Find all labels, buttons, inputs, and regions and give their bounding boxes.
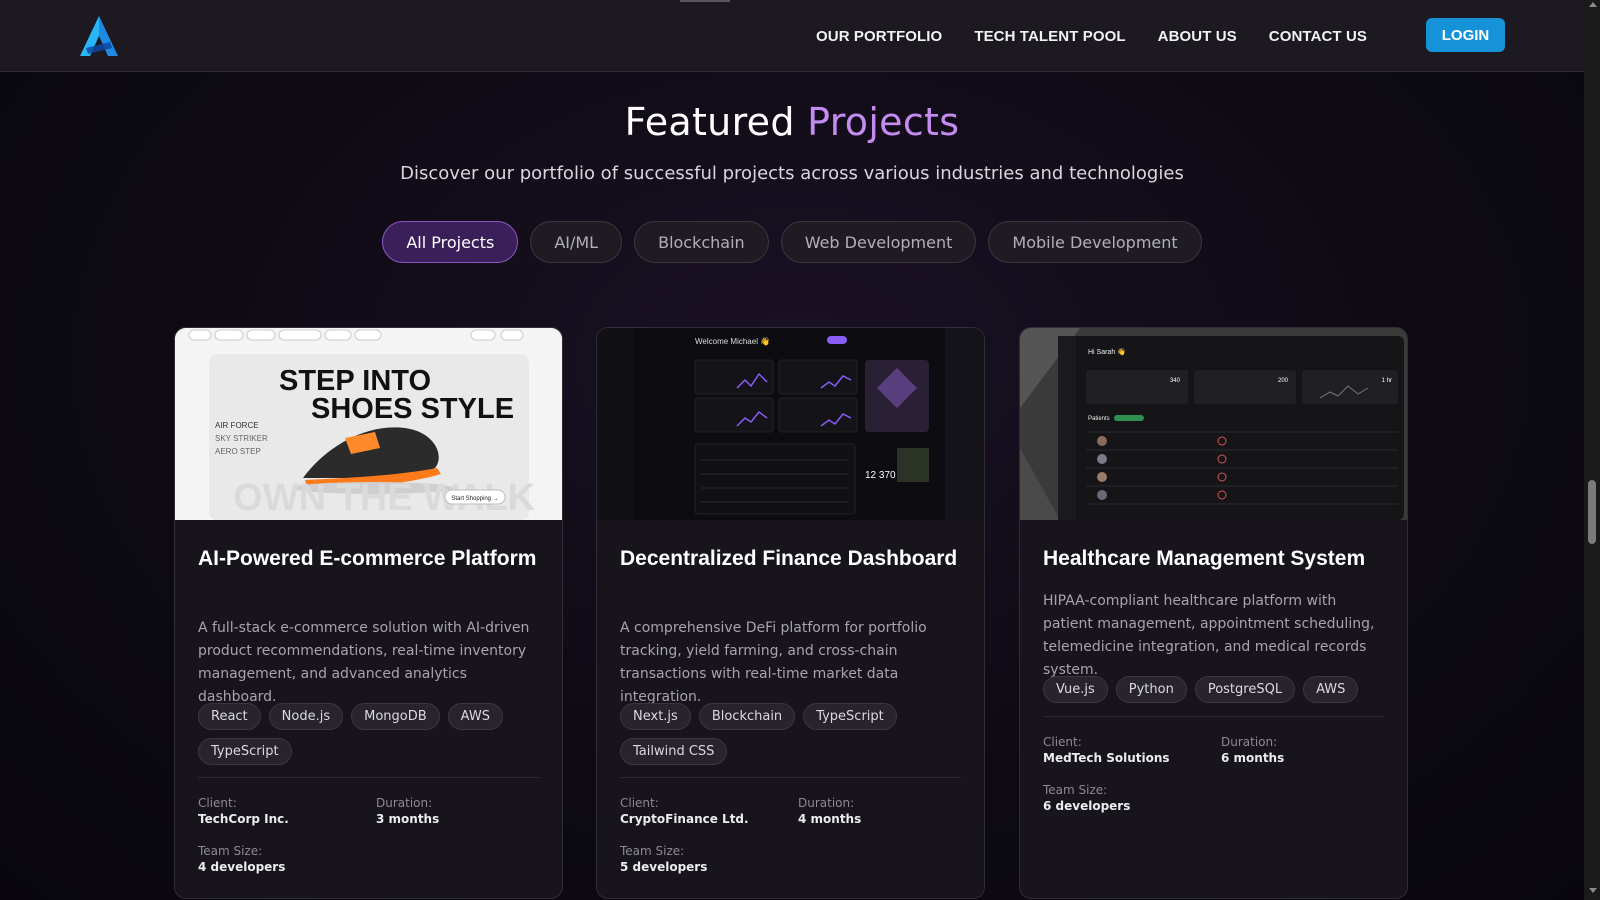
project-title: AI-Powered E-commerce Platform [198, 547, 537, 570]
duration-info: Duration: 4 months [798, 795, 861, 827]
scroll-up-arrow-icon[interactable] [1589, 2, 1597, 7]
client-info: Client: MedTech Solutions [1043, 734, 1170, 766]
tech-tag: AWS [1303, 676, 1359, 703]
thumb-stat-2: 200 [1278, 378, 1289, 384]
duration-info: Duration: 3 months [376, 795, 439, 827]
card-divider [620, 777, 961, 778]
team-size-value: 4 developers [198, 860, 286, 874]
thumb-stat-1: 340 [1170, 378, 1181, 384]
team-size-info: Team Size: 5 developers [620, 843, 707, 875]
client-value: TechCorp Inc. [198, 812, 289, 826]
nav-about-us[interactable]: ABOUT US [1158, 28, 1237, 45]
tech-tag: Blockchain [698, 703, 796, 730]
nav-tech-talent-pool[interactable]: TECH TALENT POOL [974, 28, 1125, 45]
tech-tag: TypeScript [803, 703, 897, 730]
tech-tag: TypeScript [198, 738, 292, 765]
project-description: A full-stack e-commerce solution with AI… [198, 620, 530, 705]
project-title: Healthcare Management System [1043, 547, 1366, 570]
project-card[interactable]: Hi Sarah 👋 340 200 1 hr Patients Healthc… [1019, 327, 1408, 899]
tech-tags: Vue.js Python PostgreSQL AWS [1043, 676, 1387, 703]
defi-dashboard-preview-image: Welcome Michael 👋 12 370 [597, 328, 984, 520]
team-size-info: Team Size: 4 developers [198, 843, 285, 875]
site-header: OUR PORTFOLIO TECH TALENT POOL ABOUT US … [0, 0, 1584, 72]
filter-all-projects[interactable]: All Projects [382, 221, 519, 263]
brand-logo[interactable] [78, 14, 120, 58]
tech-tag: React [198, 703, 261, 730]
duration-info: Duration: 6 months [1221, 734, 1284, 766]
project-filter-bar: All Projects AI/ML Blockchain Web Develo… [0, 221, 1584, 263]
section-title-accent: Projects [807, 100, 960, 144]
ecommerce-preview-image: OWN THE WALK STEP INTO SHOES STYLE AIR F… [175, 328, 562, 520]
thumb-stat-3: 1 hr [1382, 378, 1392, 384]
scrollbar-thumb[interactable] [1588, 480, 1596, 544]
project-description: A comprehensive DeFi platform for portfo… [620, 620, 927, 705]
tech-tags: Next.js Blockchain TypeScript Tailwind C… [620, 703, 964, 765]
section-title: Featured Projects [0, 100, 1584, 144]
client-label: Client: [198, 796, 237, 810]
filter-ai-ml[interactable]: AI/ML [530, 221, 623, 263]
client-value: MedTech Solutions [1043, 751, 1170, 765]
project-card[interactable]: OWN THE WALK STEP INTO SHOES STYLE AIR F… [174, 327, 563, 899]
project-title: Decentralized Finance Dashboard [620, 547, 958, 570]
thumb-table-title: Patients [1088, 416, 1110, 422]
thumb-greeting: Hi Sarah 👋 [1088, 347, 1126, 356]
scroll-progress-indicator [680, 0, 730, 2]
client-label: Client: [620, 796, 659, 810]
client-info: Client: TechCorp Inc. [198, 795, 289, 827]
main-nav: OUR PORTFOLIO TECH TALENT POOL ABOUT US … [816, 0, 1367, 72]
scrollbar-track[interactable] [1584, 0, 1600, 900]
project-thumbnail: Welcome Michael 👋 12 370 [597, 328, 984, 520]
team-size-label: Team Size: [198, 844, 263, 858]
tech-tag: Vue.js [1043, 676, 1108, 703]
tech-tag: MongoDB [351, 703, 440, 730]
project-thumbnail: Hi Sarah 👋 340 200 1 hr Patients [1020, 328, 1407, 520]
thumb-stat: 12 370 [865, 470, 896, 481]
duration-label: Duration: [376, 796, 433, 810]
thumb-headline-2: SHOES STYLE [311, 393, 514, 425]
thumb-greeting: Welcome Michael 👋 [695, 337, 770, 346]
thumb-side-3: AERO STEP [215, 447, 261, 456]
filter-web-development[interactable]: Web Development [780, 221, 977, 263]
tech-tag: AWS [447, 703, 503, 730]
tech-tags: React Node.js MongoDB AWS TypeScript [198, 703, 542, 765]
team-size-value: 6 developers [1043, 799, 1131, 813]
project-thumbnail: OWN THE WALK STEP INTO SHOES STYLE AIR F… [175, 328, 562, 520]
scroll-down-arrow-icon[interactable] [1589, 888, 1597, 893]
section-subtitle: Discover our portfolio of successful pro… [400, 163, 1184, 184]
thumb-side-1: AIR FORCE [215, 421, 259, 430]
thumb-cta: Start Shopping → [451, 496, 498, 502]
project-description: HIPAA-compliant healthcare platform with… [1043, 593, 1375, 678]
team-size-label: Team Size: [620, 844, 685, 858]
duration-label: Duration: [798, 796, 855, 810]
nav-our-portfolio[interactable]: OUR PORTFOLIO [816, 28, 942, 45]
tech-tag: Tailwind CSS [620, 738, 728, 765]
tech-tag: Python [1115, 676, 1187, 703]
duration-value: 6 months [1221, 751, 1285, 765]
card-divider [198, 777, 539, 778]
tech-tag: PostgreSQL [1194, 676, 1296, 703]
thumb-side-2: SKY STRIKER [215, 434, 268, 443]
duration-label: Duration: [1221, 735, 1278, 749]
tech-tag: Next.js [620, 703, 691, 730]
client-label: Client: [1043, 735, 1082, 749]
filter-mobile-development[interactable]: Mobile Development [988, 221, 1202, 263]
duration-value: 4 months [798, 812, 862, 826]
nav-contact-us[interactable]: CONTACT US [1269, 28, 1367, 45]
project-card[interactable]: Welcome Michael 👋 12 370 Decentralized F… [596, 327, 985, 899]
login-button[interactable]: LOGIN [1426, 18, 1505, 52]
client-info: Client: CryptoFinance Ltd. [620, 795, 749, 827]
healthcare-dashboard-preview-image: Hi Sarah 👋 340 200 1 hr Patients [1020, 328, 1407, 520]
team-size-label: Team Size: [1043, 783, 1108, 797]
team-size-info: Team Size: 6 developers [1043, 782, 1130, 814]
section-title-main: Featured [624, 100, 808, 144]
tech-tag: Node.js [268, 703, 344, 730]
duration-value: 3 months [376, 812, 440, 826]
card-divider [1043, 716, 1384, 717]
filter-blockchain[interactable]: Blockchain [634, 221, 769, 263]
client-value: CryptoFinance Ltd. [620, 812, 749, 826]
team-size-value: 5 developers [620, 860, 708, 874]
